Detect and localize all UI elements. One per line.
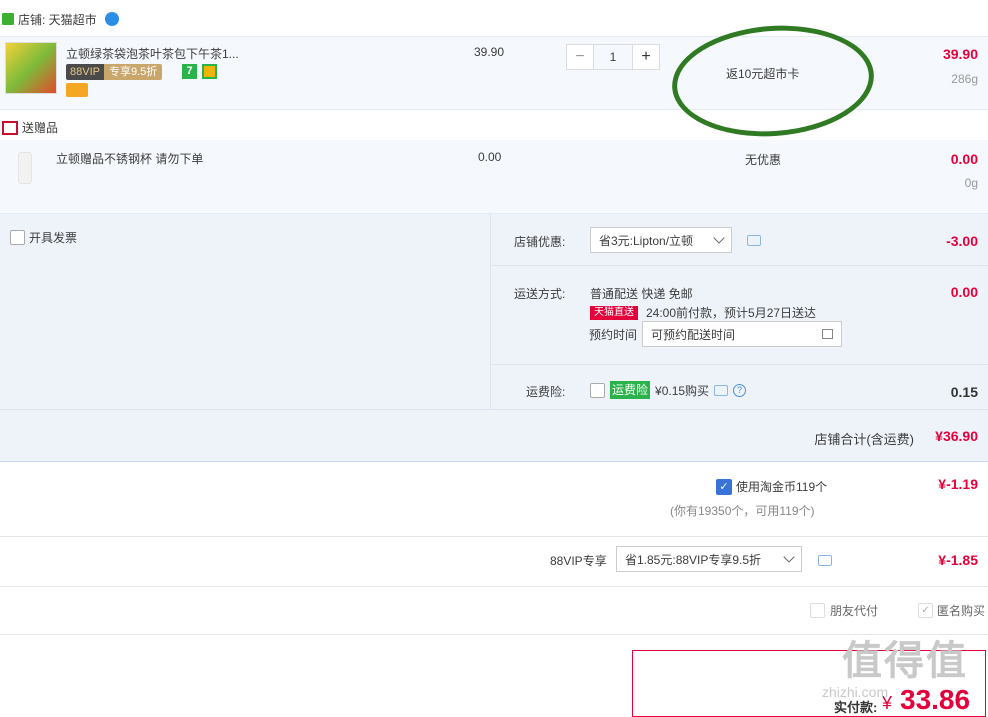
vip-label: 88VIP xyxy=(66,64,104,80)
gift-promo: 无优惠 xyxy=(745,153,782,167)
help-icon[interactable]: ? xyxy=(733,383,747,397)
item-unit-price: 39.90 xyxy=(474,45,505,59)
divider xyxy=(0,586,988,587)
gift-title[interactable]: 立顿赠品不锈钢杯 请勿下单 xyxy=(56,150,203,167)
shipping-eta-row: 天猫直送 24:00前付款，预计5月27日送达 xyxy=(590,304,816,321)
freight-insurance-option: 运费险 ¥0.15购买 ? xyxy=(590,381,747,399)
shipping-eta: 24:00前付款，预计5月27日送达 xyxy=(646,306,817,320)
calendar-icon xyxy=(822,329,833,339)
check-icon[interactable]: ✓ xyxy=(716,478,732,495)
wangwang-chat-icon[interactable] xyxy=(104,12,119,26)
store-coupon-select[interactable]: 省3元:Lipton/立顿 xyxy=(590,227,732,253)
store-header: 店铺: 天猫超市 xyxy=(0,6,119,32)
appointment-select[interactable]: 可预约配送时间 xyxy=(642,321,842,347)
vip-discount: 专享9.5折 xyxy=(103,64,163,80)
quantity-input[interactable]: 1 xyxy=(594,44,632,70)
shipping-method: 普通配送 快递 免邮 xyxy=(590,287,693,301)
divider xyxy=(0,536,988,537)
friend-pay-checkbox[interactable] xyxy=(810,603,825,618)
tmall-direct-tag: 天猫直送 xyxy=(590,305,638,320)
quantity-plus-button[interactable]: + xyxy=(632,44,660,70)
appointment-label: 预约时间 xyxy=(589,328,638,342)
message-icon[interactable] xyxy=(818,555,832,566)
vip88-select[interactable]: 省1.85元:88VIP专享9.5折 xyxy=(616,546,802,572)
vip88-amount: ¥-1.85 xyxy=(938,552,978,568)
item-title[interactable]: 立顿绿茶袋泡茶叶茶包下午茶1... xyxy=(66,45,239,62)
gift-section-label: 送赠品 xyxy=(22,121,59,135)
item-thumbnail[interactable] xyxy=(5,42,57,94)
divider xyxy=(0,409,988,410)
vip88-label: 88VIP专享 xyxy=(550,554,607,568)
freight-insurance-price: ¥0.15购买 xyxy=(655,383,710,398)
invoice-option[interactable]: 开具发票 xyxy=(10,229,77,246)
taojinbi-note: (你有19350个，可用119个) xyxy=(670,504,815,518)
quantity-minus-button[interactable]: − xyxy=(566,44,594,70)
store-coupon-amount: -3.00 xyxy=(946,233,978,249)
gift-section-header: 送赠品 xyxy=(0,119,58,136)
vip88-value: 省1.85元:88VIP专享9.5折 xyxy=(625,552,762,567)
appointment-placeholder: 可预约配送时间 xyxy=(651,327,736,342)
divider xyxy=(490,364,988,365)
card-icon xyxy=(66,83,88,97)
store-coupon-label: 店铺优惠: xyxy=(514,235,566,249)
store-total-label: 店铺合计(含运费) xyxy=(814,432,914,447)
gift-total: 0.00 xyxy=(950,151,978,167)
anonymous-label: 匿名购买 xyxy=(937,604,986,618)
payment-amount: 33.86 xyxy=(900,684,971,715)
quantity-stepper: − 1 + xyxy=(566,44,660,70)
invoice-checkbox[interactable] xyxy=(10,230,25,245)
guarantee-badge-icon xyxy=(202,64,217,79)
item-weight: 286g xyxy=(951,72,978,86)
divider xyxy=(490,265,988,266)
taojinbi-option[interactable]: ✓ 使用淘金币119个 xyxy=(716,478,827,495)
friend-pay-option[interactable]: 朋友代付 xyxy=(810,602,878,619)
watermark-url: zhizhi.com xyxy=(822,684,889,700)
store-icon xyxy=(2,13,14,25)
watermark-logo: 值得值 xyxy=(842,639,968,683)
gift-thumbnail[interactable] xyxy=(18,152,32,184)
item-total: 39.90 xyxy=(942,46,978,62)
taojinbi-amount: ¥-1.19 xyxy=(938,476,978,492)
taojinbi-label: 使用淘金币119个 xyxy=(736,480,828,494)
shipping-label: 运送方式: xyxy=(514,287,566,301)
store-total-amount: ¥36.90 xyxy=(935,428,978,444)
freight-insurance-label: 运费险: xyxy=(526,385,566,399)
message-icon[interactable] xyxy=(747,235,761,246)
friend-pay-label: 朋友代付 xyxy=(830,604,879,618)
seven-day-return-badge: 7 xyxy=(182,64,197,79)
chevron-down-icon xyxy=(713,232,725,244)
shipping-amount: 0.00 xyxy=(950,284,978,300)
anonymous-option[interactable]: ✓ 匿名购买 xyxy=(918,602,985,619)
anonymous-checkbox[interactable]: ✓ xyxy=(918,603,933,618)
vip-discount-tag: 88VIP 专享9.5折 xyxy=(66,64,163,80)
divider xyxy=(0,634,988,635)
message-icon[interactable] xyxy=(714,384,729,396)
store-coupon-value: 省3元:Lipton/立顿 xyxy=(599,233,694,248)
gift-icon xyxy=(2,120,18,135)
invoice-label: 开具发票 xyxy=(29,231,78,245)
gift-price: 0.00 xyxy=(478,150,502,164)
store-name[interactable]: 店铺: 天猫超市 xyxy=(18,11,97,28)
gift-weight: 0g xyxy=(964,176,978,190)
chevron-down-icon xyxy=(783,551,795,563)
freight-insurance-tag: 运费险 xyxy=(610,381,651,399)
freight-insurance-checkbox[interactable] xyxy=(590,382,605,398)
freight-insurance-amount: 0.15 xyxy=(950,384,978,400)
